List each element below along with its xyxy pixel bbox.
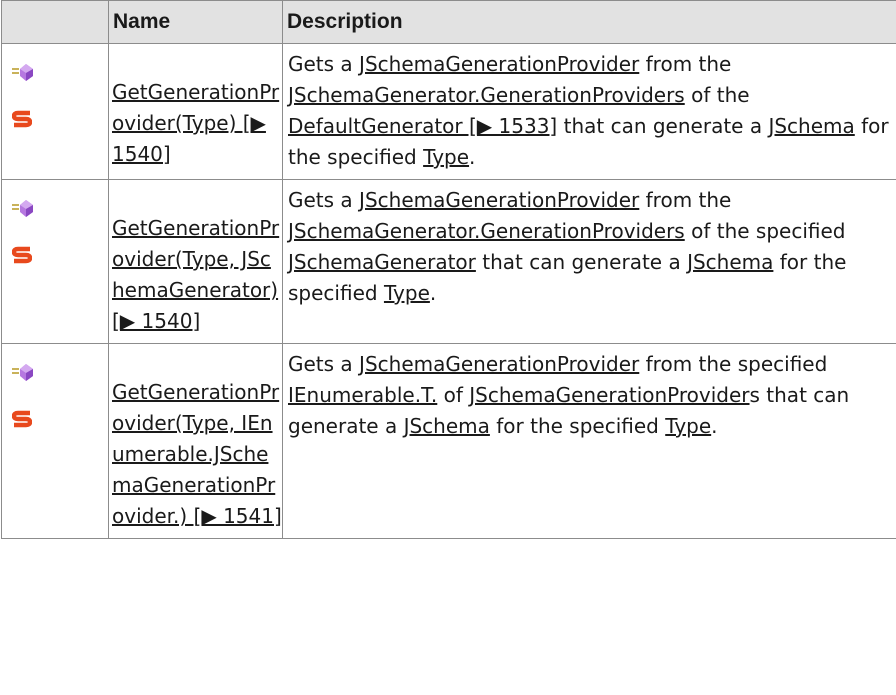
description-text: that can generate a: [475, 250, 688, 274]
static-icon: [12, 246, 108, 264]
description-cell: Gets a JSchemaGenerationProvider from th…: [282, 43, 896, 180]
icon-cell: [1, 43, 109, 180]
description-link[interactable]: JSchemaGenerator: [288, 250, 476, 274]
static-icon: [12, 110, 108, 128]
members-table: Name Description GetGenerationProvider(T…: [1, 0, 896, 539]
description-link[interactable]: Type: [665, 414, 711, 438]
description-link[interactable]: Type: [423, 145, 469, 169]
name-cell: GetGenerationProvider(Type) [▶ 1540]: [108, 43, 283, 180]
description-link[interactable]: JSchema: [404, 414, 490, 438]
method-name-link[interactable]: GetGenerationProvider(Type, IEnumerable.…: [112, 344, 282, 538]
method-icon: [12, 362, 108, 382]
description-text: for the specified: [489, 414, 666, 438]
description-link[interactable]: JSchemaGenerationProvider: [469, 383, 749, 407]
description-link[interactable]: DefaultGenerator [▶ 1533]: [288, 114, 557, 138]
icon-cell: [1, 343, 109, 539]
description-text: .: [469, 145, 476, 169]
description-link[interactable]: JSchema: [687, 250, 773, 274]
description-link[interactable]: JSchemaGenerator.GenerationProviders: [288, 219, 685, 243]
icon-cell: [1, 179, 109, 344]
method-name-link[interactable]: GetGenerationProvider(Type) [▶ 1540]: [112, 44, 282, 176]
description-text: Gets a: [288, 52, 360, 76]
description-text: of: [437, 383, 470, 407]
description-text: that can generate a: [557, 114, 769, 138]
description-cell: Gets a JSchemaGenerationProvider from th…: [282, 343, 896, 539]
name-cell: GetGenerationProvider(Type, IEnumerable.…: [108, 343, 283, 539]
description-link[interactable]: JSchemaGenerator.GenerationProviders: [288, 83, 685, 107]
static-icon: [12, 410, 108, 428]
description-link[interactable]: JSchemaGenerationProvider: [359, 188, 639, 212]
description-text: from the: [639, 188, 732, 212]
description-link[interactable]: IEnumerable.T.: [288, 383, 437, 407]
description-text: Gets a: [288, 188, 360, 212]
description-text: from the: [639, 52, 732, 76]
table-row: GetGenerationProvider(Type, IEnumerable.…: [1, 343, 896, 539]
header-row: Name Description: [1, 0, 896, 44]
method-name-link[interactable]: GetGenerationProvider(Type, JSchemaGener…: [112, 180, 282, 343]
description-cell: Gets a JSchemaGenerationProvider from th…: [282, 179, 896, 344]
header-description: Description: [282, 0, 896, 44]
table-row: GetGenerationProvider(Type) [▶ 1540] Get…: [1, 43, 896, 180]
table-row: GetGenerationProvider(Type, JSchemaGener…: [1, 179, 896, 344]
description-text: from the specified: [639, 352, 828, 376]
description-text: .: [429, 281, 437, 305]
header-name: Name: [108, 0, 283, 44]
description-text: Gets a: [288, 352, 360, 376]
description-text: of the specified: [684, 219, 846, 243]
description-text: of the: [684, 83, 750, 107]
description-link[interactable]: JSchemaGenerationProvider: [359, 52, 639, 76]
description-text: .: [711, 414, 718, 438]
method-icon: [12, 198, 108, 218]
name-cell: GetGenerationProvider(Type, JSchemaGener…: [108, 179, 283, 344]
method-icon: [12, 62, 108, 82]
description-link[interactable]: Type: [384, 281, 430, 305]
header-icon-col: [1, 0, 109, 44]
description-link[interactable]: JSchema: [768, 114, 854, 138]
description-link[interactable]: JSchemaGenerationProvider: [359, 352, 639, 376]
